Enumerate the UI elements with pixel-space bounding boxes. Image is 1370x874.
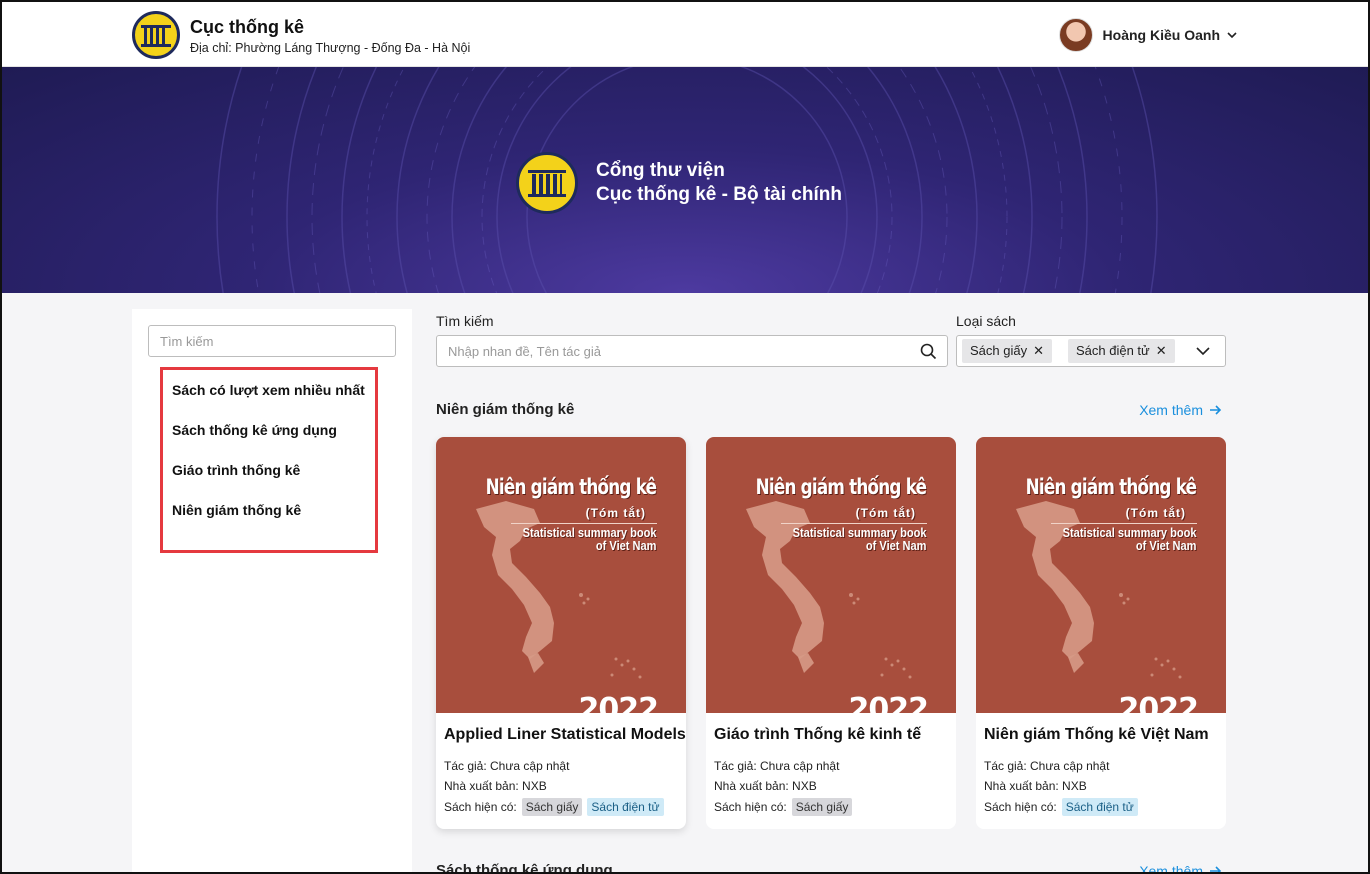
cover-english-title: Statistical summary book of Viet Nam <box>792 526 926 552</box>
book-publisher: Nhà xuất bản: NXB <box>984 779 1087 793</box>
format-badge-ebook: Sách điện tử <box>1061 798 1138 816</box>
book-card[interactable]: Niên giám thống kê (Tóm tắt) Statistical… <box>436 437 686 829</box>
book-formats: Sách hiện có: Sách điện tử <box>984 798 1138 816</box>
see-more-label: Xem thêm <box>1139 402 1203 418</box>
section-title-applied: Sách thống kê ứng dụng <box>436 862 613 874</box>
book-author: Tác giả: Chưa cập nhật <box>444 759 570 773</box>
cover-english-line2: of Viet Nam <box>865 538 926 553</box>
see-more-link[interactable]: Xem thêm <box>1139 402 1222 418</box>
book-type-label: Loại sách <box>956 313 1016 329</box>
banner-logo-icon <box>516 152 578 214</box>
see-more-link[interactable]: Xem thêm <box>1139 863 1222 874</box>
sidebar-item-most-viewed[interactable]: Sách có lượt xem nhiều nhất <box>172 382 365 398</box>
cover-english-title: Statistical summary book of Viet Nam <box>1062 526 1196 552</box>
cover-divider <box>1051 523 1197 524</box>
sidebar: Sách có lượt xem nhiều nhất Sách thống k… <box>132 309 412 872</box>
logo-seal-icon <box>132 11 180 59</box>
banner-title-line2: Cục thống kê - Bộ tài chính <box>596 184 842 205</box>
section-title-yearbooks: Niên giám thống kê <box>436 401 575 418</box>
sidebar-item-textbooks[interactable]: Giáo trình thống kê <box>172 462 300 478</box>
format-badge-paper: Sách giấy <box>791 798 853 816</box>
remove-tag-icon[interactable]: ✕ <box>1156 339 1167 363</box>
remove-tag-icon[interactable]: ✕ <box>1033 339 1044 363</box>
book-formats: Sách hiện có: Sách giấy <box>714 798 853 816</box>
cover-subtitle: (Tóm tắt) <box>1125 506 1186 520</box>
cover-subtitle: (Tóm tắt) <box>855 506 916 520</box>
book-title[interactable]: Niên giám Thống kê Việt Nam <box>984 726 1209 744</box>
app-frame: Cục thống kê Địa chỉ: Phường Láng Thượng… <box>0 0 1370 874</box>
book-cover[interactable]: Niên giám thống kê (Tóm tắt) Statistical… <box>706 437 956 713</box>
arrow-right-icon <box>1210 405 1222 415</box>
book-card[interactable]: Niên giám thống kê (Tóm tắt) Statistical… <box>706 437 956 829</box>
hero-banner: Cổng thư viện Cục thống kê - Bộ tài chín… <box>2 67 1368 293</box>
type-tag-paper: Sách giấy ✕ <box>962 339 1052 363</box>
see-more-label: Xem thêm <box>1139 863 1203 874</box>
sidebar-item-yearbooks[interactable]: Niên giám thống kê <box>172 502 301 518</box>
book-publisher: Nhà xuất bản: NXB <box>714 779 817 793</box>
type-tag-ebook: Sách điện tử ✕ <box>1068 339 1175 363</box>
cover-title: Niên giám thống kê <box>1025 475 1196 499</box>
cover-title: Niên giám thống kê <box>755 475 926 499</box>
sidebar-search-input[interactable] <box>148 325 396 357</box>
search-icon[interactable] <box>920 343 937 360</box>
book-title[interactable]: Applied Liner Statistical Models <box>444 726 686 744</box>
book-card[interactable]: Niên giám thống kê (Tóm tắt) Statistical… <box>976 437 1226 829</box>
cover-english-title: Statistical summary book of Viet Nam <box>522 526 656 552</box>
banner-title-line1: Cổng thư viện <box>596 160 725 181</box>
book-cover[interactable]: Niên giám thống kê (Tóm tắt) Statistical… <box>436 437 686 713</box>
cover-subtitle: (Tóm tắt) <box>585 506 646 520</box>
book-cover[interactable]: Niên giám thống kê (Tóm tắt) Statistical… <box>976 437 1226 713</box>
type-tag-label: Sách giấy <box>970 343 1028 358</box>
search-label: Tìm kiếm <box>436 313 494 329</box>
site-title: Cục thống kê <box>190 16 305 37</box>
top-bar: Cục thống kê Địa chỉ: Phường Láng Thượng… <box>2 2 1368 67</box>
cover-year: 2022 <box>848 692 929 713</box>
book-title[interactable]: Giáo trình Thống kê kinh tế <box>714 726 921 744</box>
cover-title: Niên giám thống kê <box>485 475 656 499</box>
main-search-box <box>436 335 948 367</box>
book-publisher: Nhà xuất bản: NXB <box>444 779 547 793</box>
book-type-select[interactable]: Sách giấy ✕ Sách điện tử ✕ <box>956 335 1226 367</box>
available-label: Sách hiện có: <box>444 800 517 814</box>
book-author: Tác giả: Chưa cập nhật <box>984 759 1110 773</box>
cover-year: 2022 <box>1118 692 1199 713</box>
cover-english-line2: of Viet Nam <box>1135 538 1196 553</box>
chevron-down-icon[interactable] <box>1195 345 1211 357</box>
user-menu[interactable]: Hoàng Kiều Oanh <box>1058 18 1238 52</box>
chevron-down-icon[interactable] <box>1226 29 1238 41</box>
brand[interactable]: Cục thống kê Địa chỉ: Phường Láng Thượng… <box>132 11 470 59</box>
cover-english-line2: of Viet Nam <box>595 538 656 553</box>
format-badge-ebook: Sách điện tử <box>587 798 664 816</box>
available-label: Sách hiện có: <box>714 800 787 814</box>
book-author: Tác giả: Chưa cập nhật <box>714 759 840 773</box>
format-badge-paper: Sách giấy <box>521 798 583 816</box>
avatar[interactable] <box>1058 18 1093 52</box>
type-tag-label: Sách điện tử <box>1076 343 1150 358</box>
search-input[interactable] <box>437 336 907 366</box>
available-label: Sách hiện có: <box>984 800 1057 814</box>
cover-year: 2022 <box>578 692 659 713</box>
cover-divider <box>511 523 657 524</box>
category-menu: Sách có lượt xem nhiều nhất Sách thống k… <box>160 367 378 553</box>
book-formats: Sách hiện có: Sách giấy Sách điện tử <box>444 798 664 816</box>
sidebar-item-applied-statistics[interactable]: Sách thống kê ứng dụng <box>172 422 337 438</box>
arrow-right-icon <box>1210 866 1222 872</box>
user-name: Hoàng Kiều Oanh <box>1102 27 1220 43</box>
cover-divider <box>781 523 927 524</box>
site-address: Địa chỉ: Phường Láng Thượng - Đống Đa - … <box>190 40 471 55</box>
